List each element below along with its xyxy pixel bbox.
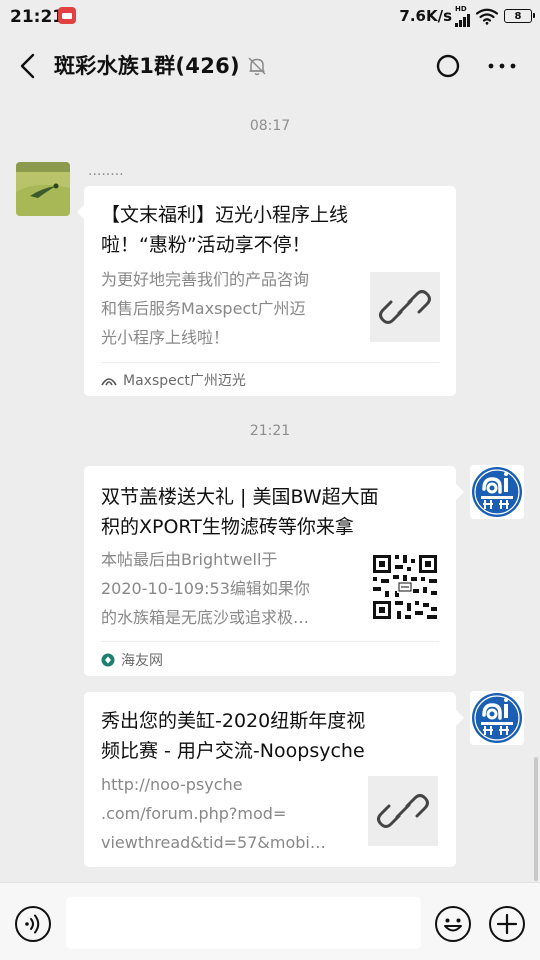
card-source: 海友网 — [101, 650, 163, 670]
card-description: 为更好地完善我们的产品咨询 和售后服务Maxspect广州迈 光小程序上线啦！ — [101, 265, 309, 352]
bubble-tail — [456, 484, 464, 500]
source-logo-icon — [101, 653, 115, 667]
status-right-group: 7.6K/s HD 8 — [399, 4, 535, 27]
qr-code-image — [370, 552, 440, 622]
link-card[interactable]: 双节盖楼送大礼 | 美国BW超大面 积的XPORT生物滤砖等你来拿 本帖最后由B… — [84, 466, 456, 676]
source-name: Maxspect广州迈光 — [123, 373, 246, 389]
card-desc-line: 和售后服务Maxspect广州迈 — [101, 299, 306, 318]
status-time: 21:21 — [10, 7, 65, 27]
notification-app-icon — [58, 7, 76, 24]
card-title: 【文末福利】迈光小程序上线 啦！“惠粉”活动享不停！ — [101, 200, 348, 260]
back-arrow-icon[interactable] — [16, 52, 42, 80]
card-title-line: 啦！“惠粉”活动享不停！ — [101, 234, 311, 256]
chat-title: 斑彩水族1群(426) — [54, 54, 240, 78]
mute-bell-icon — [246, 55, 268, 77]
mini-program-circle-icon[interactable] — [434, 52, 462, 80]
link-icon — [368, 776, 438, 846]
hd-signal-icon: HD — [455, 4, 470, 27]
card-desc-line: viewthread&tid=57&mobi… — [101, 833, 326, 852]
message-timestamp: 21:21 — [249, 423, 291, 439]
card-desc-line: 的水族箱是无底沙或追求极… — [101, 608, 310, 627]
source-logo-icon — [101, 373, 117, 387]
hd-label: HD — [455, 4, 467, 13]
bubble-tail — [456, 710, 464, 726]
more-dots-icon[interactable] — [484, 52, 520, 80]
chat-scrollbar[interactable] — [534, 757, 538, 881]
card-desc-line: http://noo-psyche — [101, 775, 243, 794]
card-title: 双节盖楼送大礼 | 美国BW超大面 积的XPORT生物滤砖等你来拿 — [101, 482, 379, 542]
card-source: Maxspect广州迈光 — [101, 370, 246, 390]
message-input[interactable] — [66, 897, 421, 949]
sender-nickname: ........ — [88, 163, 124, 179]
signal-bars-icon — [455, 13, 470, 27]
battery-level: 8 — [514, 10, 522, 22]
card-title-line: 秀出您的美缸-2020纽斯年度视 — [101, 710, 366, 732]
card-desc-line: 2020-10-109:53编辑如果你 — [101, 579, 310, 598]
link-card[interactable]: 【文末福利】迈光小程序上线 啦！“惠粉”活动享不停！ 为更好地完善我们的产品咨询… — [84, 186, 456, 396]
battery-icon: 8 — [504, 9, 535, 23]
card-desc-line: 为更好地完善我们的产品咨询 — [101, 270, 310, 289]
card-divider — [101, 362, 439, 363]
link-card[interactable]: 秀出您的美缸-2020纽斯年度视 频比赛 - 用户交流-Noopsyche ht… — [84, 692, 456, 867]
voice-icon[interactable] — [14, 905, 52, 943]
message-input-bar — [0, 882, 540, 960]
message-timestamp: 08:17 — [249, 118, 291, 134]
link-icon — [370, 272, 440, 342]
emoji-icon[interactable] — [434, 905, 472, 943]
status-bar: 21:21 7.6K/s HD 8 — [0, 0, 540, 34]
card-divider — [101, 641, 439, 642]
source-name: 海友网 — [121, 653, 163, 669]
card-desc-line: .com/forum.php?mod= — [101, 804, 287, 823]
card-title: 秀出您的美缸-2020纽斯年度视 频比赛 - 用户交流-Noopsyche — [101, 706, 365, 766]
chat-header: 斑彩水族1群(426) — [0, 34, 540, 98]
card-description: 本帖最后由Brightwell于 2020-10-109:53编辑如果你 的水族… — [101, 545, 310, 632]
wifi-icon — [476, 8, 498, 25]
my-avatar[interactable] — [470, 465, 524, 519]
card-desc-line: 本帖最后由Brightwell于 — [101, 550, 278, 569]
card-desc-line: 光小程序上线啦！ — [101, 328, 230, 347]
plus-icon[interactable] — [488, 905, 526, 943]
network-speed: 7.6K/s — [399, 7, 452, 25]
card-title-line: 积的XPORT生物滤砖等你来拿 — [101, 516, 354, 538]
sender-avatar[interactable] — [16, 162, 70, 216]
card-title-line: 双节盖楼送大礼 | 美国BW超大面 — [101, 486, 379, 508]
my-avatar[interactable] — [470, 691, 524, 745]
card-title-line: 【文末福利】迈光小程序上线 — [101, 204, 349, 226]
card-title-line: 频比赛 - 用户交流-Noopsyche — [101, 740, 365, 762]
card-description: http://noo-psyche .com/forum.php?mod= vi… — [101, 770, 326, 857]
